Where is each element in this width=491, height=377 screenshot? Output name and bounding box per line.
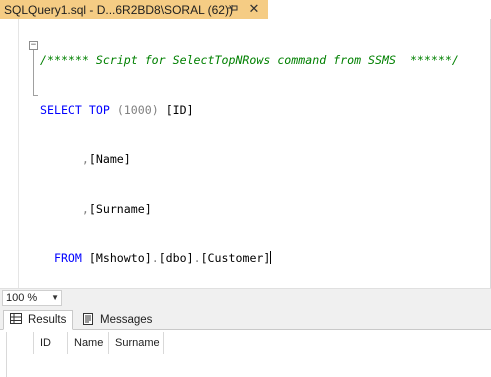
sql-column: [Name] — [88, 152, 131, 166]
grid-icon — [10, 313, 22, 327]
collapse-icon[interactable]: − — [29, 41, 38, 50]
document-tab-title: SQLQuery1.sql - D...6R2BD8\SORAL (62)) — [4, 2, 233, 17]
sql-number: (1000) — [116, 102, 159, 117]
results-grid[interactable]: ID Name Surname — [0, 330, 491, 377]
code-line: ,[Surname] — [40, 201, 459, 218]
results-pane: Results Messages ID Name Surname — [0, 306, 491, 377]
sql-column: [Surname] — [88, 201, 152, 216]
document-tab-bar: SQLQuery1.sql - D...6R2BD8\SORAL (62)) ✕ — [0, 0, 491, 19]
results-tab-strip: Results Messages — [0, 306, 491, 330]
code-line: FROM [Mshowto].[dbo].[Customer] — [40, 250, 459, 267]
fold-guide-end — [33, 95, 38, 96]
sql-keyword: SELECT — [40, 102, 82, 117]
column-header-id[interactable]: ID — [34, 332, 68, 354]
sql-separator: , — [81, 152, 89, 166]
zoom-dropdown[interactable]: 100 % ▼ — [2, 290, 62, 306]
messages-icon — [82, 312, 94, 328]
chevron-down-icon[interactable]: ▼ — [51, 291, 59, 305]
tab-messages[interactable]: Messages — [76, 310, 154, 330]
sql-keyword: TOP — [88, 102, 110, 117]
code-text[interactable]: /****** Script for SelectTopNRows comman… — [40, 19, 459, 300]
zoom-value: 100 % — [6, 292, 38, 304]
column-header-surname[interactable]: Surname — [109, 332, 164, 354]
code-line: ,[Name] — [40, 151, 459, 168]
row-number-header[interactable] — [7, 332, 34, 354]
tab-messages-label: Messages — [100, 314, 153, 326]
pin-icon[interactable] — [226, 2, 240, 16]
editor-status-row: 100 % ▼ — [0, 288, 491, 306]
sql-comment: /****** Script for SelectTopNRows comman… — [40, 53, 459, 67]
sql-column: [ID] — [165, 102, 194, 117]
sql-dot: . — [193, 251, 201, 265]
column-header-name[interactable]: Name — [68, 332, 109, 354]
code-line: SELECT TOP (1000) [ID] — [40, 102, 459, 119]
tab-results-label: Results — [28, 314, 67, 326]
fold-guide — [33, 50, 34, 96]
sql-schema: [dbo] — [158, 251, 194, 265]
sql-separator: , — [81, 201, 89, 216]
sql-keyword: FROM — [53, 251, 82, 265]
horizontal-scrollbar[interactable] — [68, 293, 488, 303]
sql-table: [Customer] — [200, 251, 271, 265]
sql-dot: . — [151, 251, 159, 265]
close-icon[interactable]: ✕ — [246, 1, 262, 17]
text-caret — [270, 251, 272, 264]
grid-body — [6, 354, 491, 377]
grid-header: ID Name Surname — [6, 332, 164, 354]
sql-database: [Mshowto] — [88, 251, 152, 265]
document-tab[interactable]: SQLQuery1.sql - D...6R2BD8\SORAL (62)) ✕ — [0, 0, 268, 19]
tab-results[interactable]: Results — [3, 310, 73, 330]
editor-margin — [0, 19, 19, 288]
query-editor[interactable]: − /****** Script for SelectTopNRows comm… — [0, 19, 491, 288]
code-line: /****** Script for SelectTopNRows comman… — [40, 52, 459, 69]
